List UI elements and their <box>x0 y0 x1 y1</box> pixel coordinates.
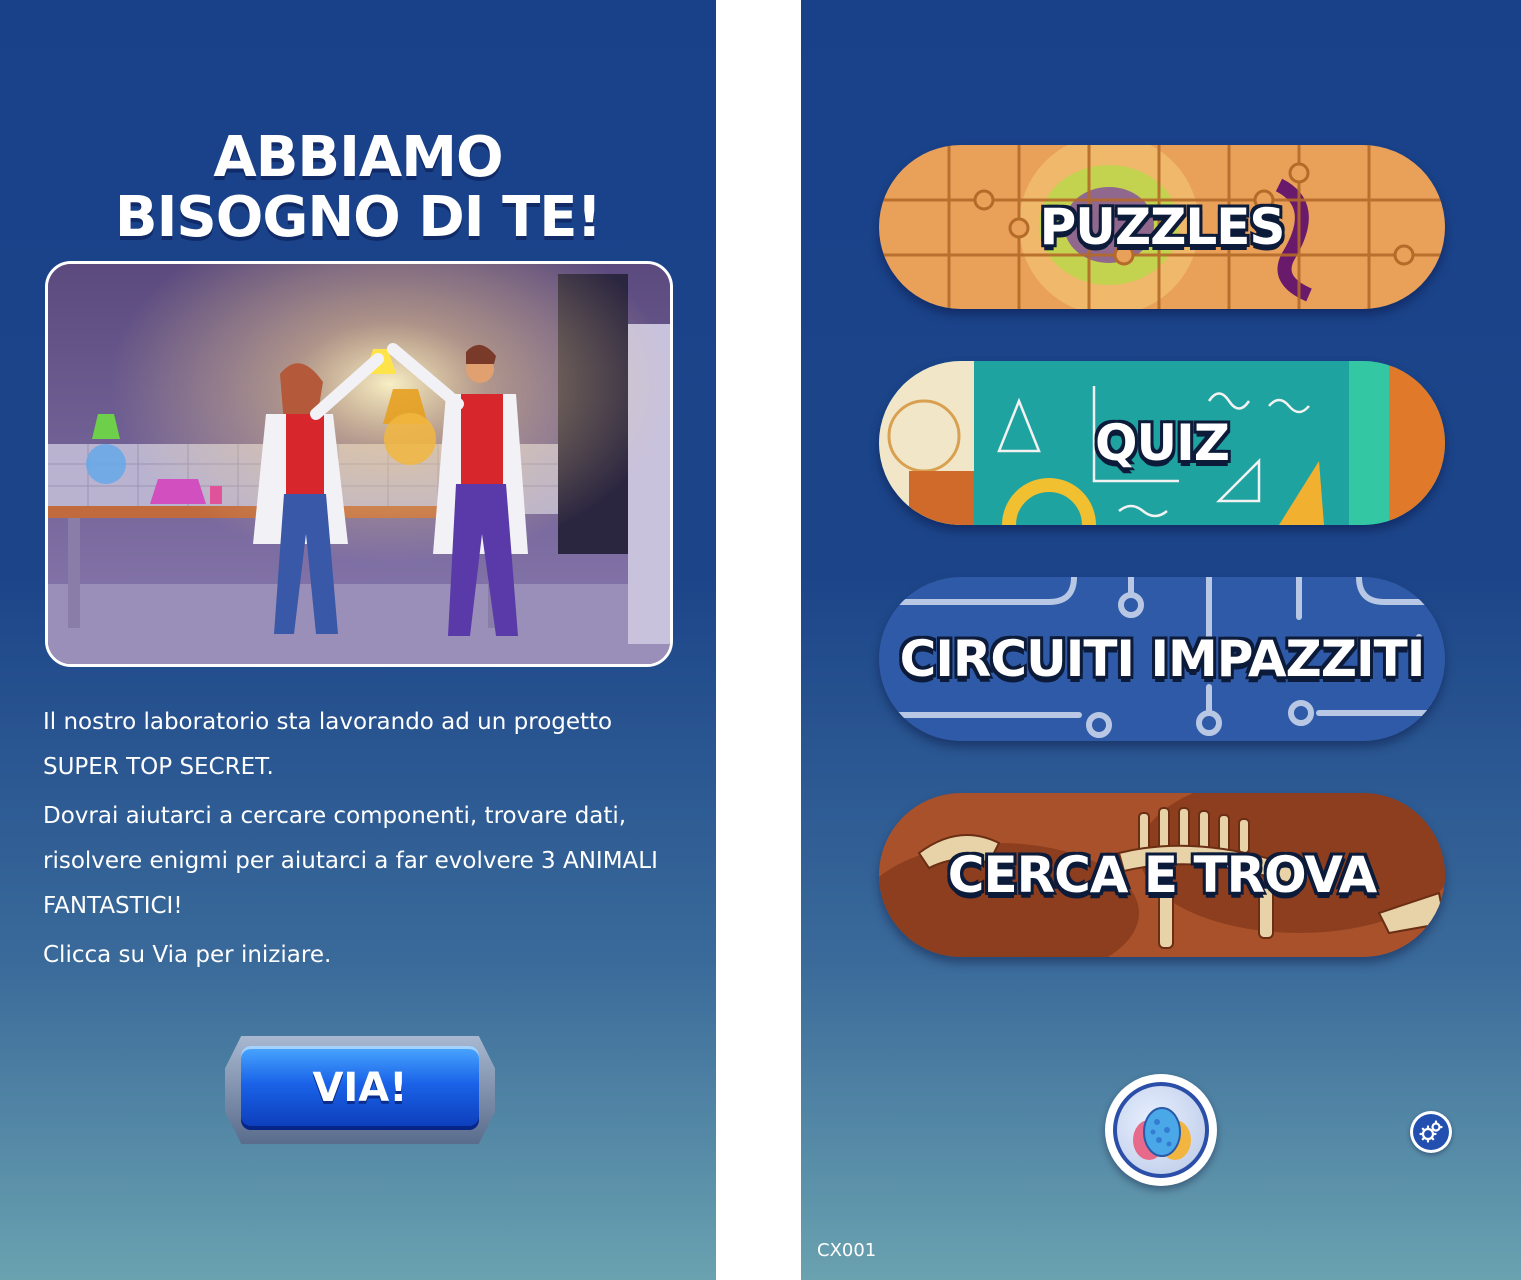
game-card-circuits[interactable]: CIRCUITI IMPAZZITI <box>879 577 1445 741</box>
intro-paragraph: Il nostro laboratorio sta lavorando ad u… <box>43 709 613 780</box>
game-card-search[interactable]: CERCA E TROVA <box>879 793 1445 957</box>
game-card-label: PUZZLES <box>1039 198 1286 256</box>
intro-paragraph: Dovrai aiutarci a cercare componenti, tr… <box>43 803 658 919</box>
game-card-label: CIRCUITI IMPAZZITI <box>899 630 1426 688</box>
page-title: ABBIAMO BISOGNO DI TE! <box>0 128 716 248</box>
title-line-1: ABBIAMO <box>213 125 503 190</box>
egg-icon <box>1133 1107 1191 1160</box>
game-menu-screen: PUZZLES QUIZ CIRCUITI IMPAZZITI CERCA E … <box>801 0 1521 1280</box>
settings-button[interactable] <box>1410 1111 1452 1153</box>
settings-button-ring <box>1413 1114 1449 1150</box>
title-line-2: BISOGNO DI TE! <box>114 185 602 250</box>
intro-text: Il nostro laboratorio sta lavorando ad u… <box>43 700 693 978</box>
game-card-label: CERCA E TROVA <box>947 846 1377 904</box>
game-card-label: QUIZ <box>1095 414 1230 472</box>
game-card-quiz[interactable]: QUIZ <box>879 361 1445 525</box>
game-card-puzzles[interactable]: PUZZLES <box>879 145 1445 309</box>
gears-icon <box>1419 1120 1443 1143</box>
egg-collection-button[interactable] <box>1105 1074 1217 1186</box>
egg-button-ring <box>1113 1082 1209 1178</box>
intro-paragraph: Clicca su Via per iniziare. <box>43 942 332 968</box>
start-button-frame: VIA! <box>225 1036 495 1144</box>
start-button[interactable]: VIA! <box>241 1046 479 1130</box>
lab-scientists-illustration <box>45 261 673 667</box>
intro-screen: ABBIAMO BISOGNO DI TE! Il nostro laborat… <box>0 0 716 1280</box>
build-code: CX001 <box>817 1240 877 1261</box>
